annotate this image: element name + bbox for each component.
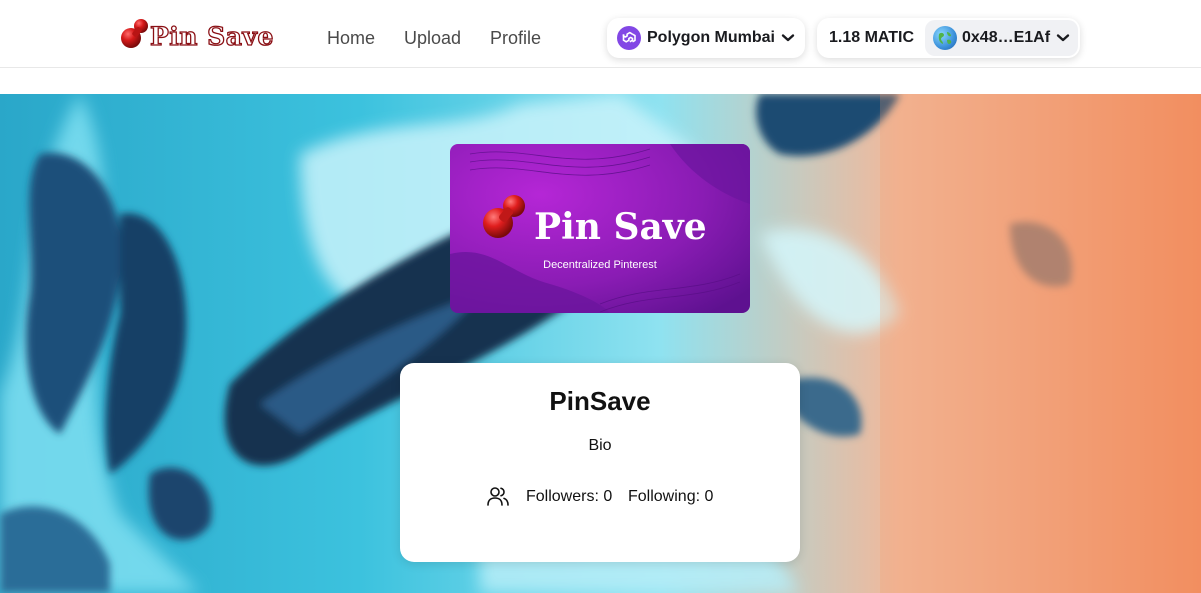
followers-count[interactable]: Followers: 0	[526, 487, 612, 507]
wallet-address: 0x48…E1Af	[962, 29, 1051, 46]
banner-wordmark: Pin Save	[534, 206, 707, 248]
chevron-down-icon	[781, 34, 795, 42]
profile-name: PinSave	[549, 386, 651, 416]
pushpin-icon	[483, 195, 525, 238]
wallet-balance: 1.18 MATIC	[829, 29, 915, 46]
globe-avatar-icon	[933, 26, 957, 50]
profile-banner: Pin Save Decentralized Pinterest	[450, 144, 750, 313]
nav-upload-link[interactable]: Upload	[404, 27, 461, 49]
network-name: Polygon Mumbai	[647, 29, 775, 46]
following-count[interactable]: Following: 0	[628, 487, 713, 507]
polygon-icon	[617, 26, 641, 50]
profile-bio: Bio	[588, 437, 612, 454]
top-navbar: Pin Save Home Upload Profile Polygon Mum…	[0, 0, 1201, 68]
profile-card: PinSave Bio Followers: 0 Following: 0	[400, 363, 800, 562]
banner-tagline: Decentralized Pinterest	[543, 259, 657, 271]
nav-profile-link[interactable]: Profile	[490, 27, 541, 49]
nav-home-link[interactable]: Home	[327, 27, 375, 49]
pinsave-logo[interactable]: Pin Save	[120, 18, 274, 54]
account-button[interactable]: 1.18 MATIC 0x48…E1Af	[817, 18, 1080, 58]
pushpin-icon	[121, 19, 148, 48]
profile-cover: Pin Save Decentralized Pinterest PinSave…	[0, 94, 1201, 593]
network-selector-button[interactable]: Polygon Mumbai	[607, 18, 805, 58]
users-icon	[487, 487, 509, 506]
chevron-down-icon	[1056, 34, 1070, 42]
logo-wordmark: Pin Save	[149, 21, 274, 51]
